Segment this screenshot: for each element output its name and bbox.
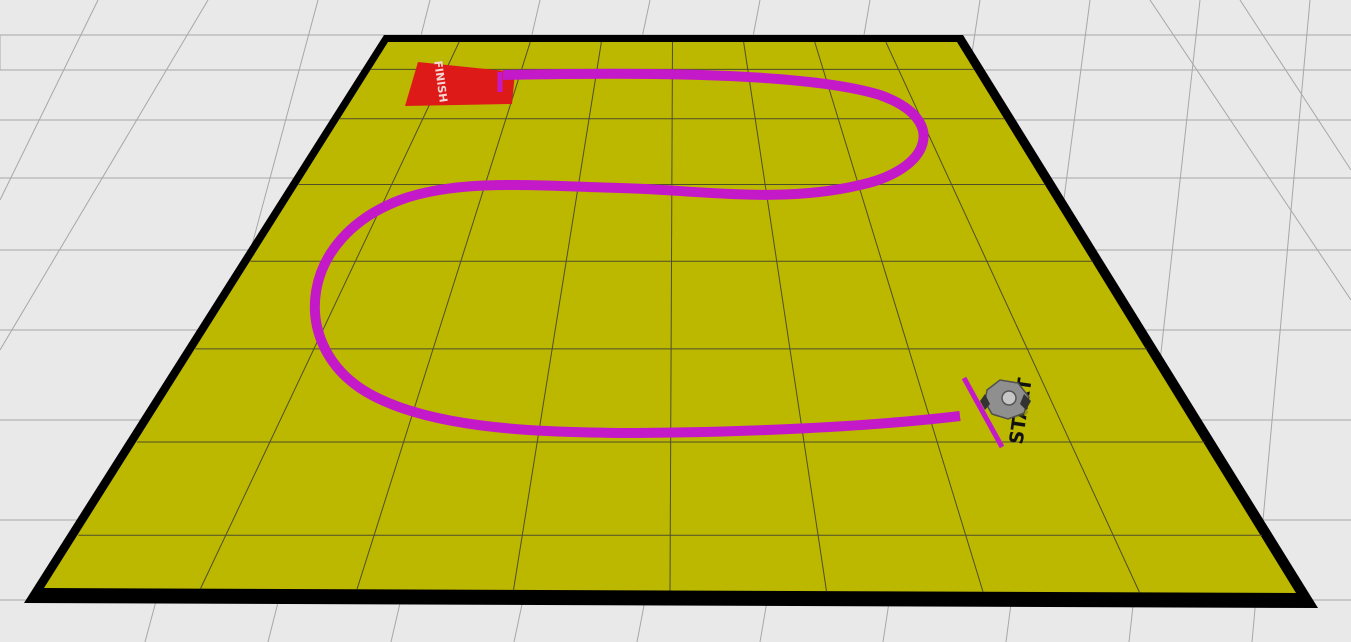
simulation-viewport[interactable]: FINISH START [0,0,1351,642]
robot-top [1001,390,1017,406]
